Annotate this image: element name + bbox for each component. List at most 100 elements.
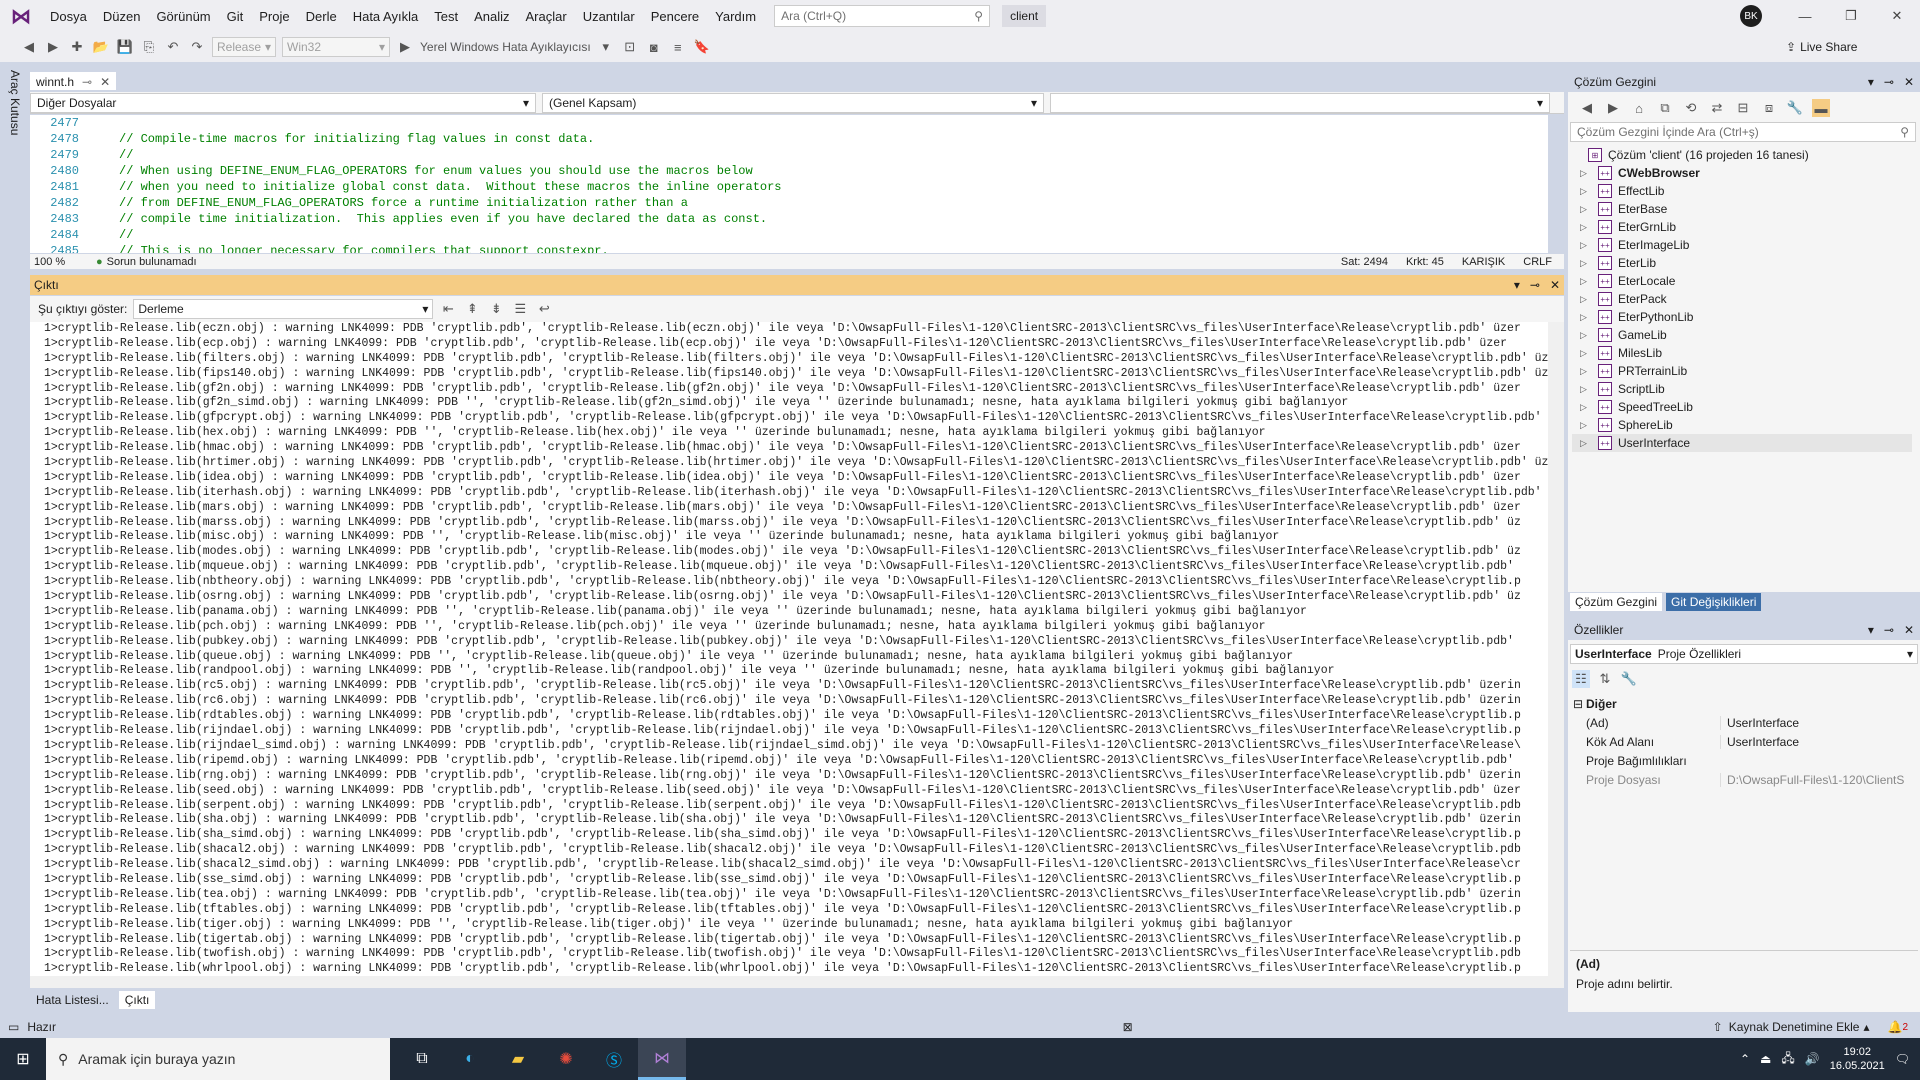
tab-git-changes[interactable]: Git Değişiklikleri [1666, 593, 1762, 611]
pin-icon[interactable]: ⊸ [82, 75, 92, 89]
expand-icon[interactable]: ▷ [1580, 258, 1592, 269]
project-item[interactable]: ▷ ++ ScriptLib [1572, 380, 1912, 398]
file-explorer-icon[interactable]: ▰ [494, 1038, 542, 1080]
expand-icon[interactable]: ▷ [1580, 312, 1592, 323]
debugger-button[interactable]: Yerel Windows Hata Ayıklayıcısı [420, 40, 591, 54]
close-icon[interactable]: ✕ [100, 75, 110, 89]
close-icon[interactable]: ✕ [1550, 278, 1560, 292]
project-item[interactable]: ▷ ++ EterGrnLib [1572, 218, 1912, 236]
game-app-icon[interactable]: ✺ [542, 1038, 590, 1080]
property-category[interactable]: ⊟ Diğer [1570, 694, 1918, 713]
expand-icon[interactable]: ▷ [1580, 384, 1592, 395]
collapse-all-icon[interactable]: ⊟ [1734, 99, 1752, 117]
menu-item[interactable]: Düzen [95, 0, 149, 32]
menu-item[interactable]: Dosya [42, 0, 95, 32]
expand-icon[interactable]: ▷ [1580, 438, 1592, 449]
expand-icon[interactable]: ▷ [1580, 330, 1592, 341]
project-item[interactable]: ▷ ++ SpeedTreeLib [1572, 398, 1912, 416]
preview-icon[interactable]: ▬ [1812, 99, 1830, 117]
minimize-button[interactable]: — [1782, 0, 1828, 32]
clock[interactable]: 19:02 16.05.2021 [1830, 1045, 1885, 1073]
taskbar-search-input[interactable]: ⚲ Aramak için buraya yazın [46, 1038, 390, 1080]
solution-search-input[interactable]: Çözüm Gezgini İçinde Ara (Ctrl+ş) ⚲ [1570, 122, 1916, 142]
properties-icon[interactable]: 🔧 [1786, 99, 1804, 117]
camera-icon[interactable]: ◙ [645, 38, 663, 56]
redo-icon[interactable]: ↷ [188, 38, 206, 56]
pin-icon[interactable]: ⊸ [1884, 75, 1894, 89]
expand-icon[interactable]: ▷ [1580, 294, 1592, 305]
live-share-button[interactable]: ⇪ Live Share [1786, 36, 1857, 58]
project-item[interactable]: ▷ ++ UserInterface [1572, 434, 1912, 452]
forward-icon[interactable]: ▶ [1604, 99, 1622, 117]
tab-output[interactable]: Çıktı [118, 991, 156, 1009]
tab-solution-explorer[interactable]: Çözüm Gezgini [1570, 593, 1663, 611]
comment-icon[interactable]: ≡ [669, 38, 687, 56]
expand-icon[interactable]: ▷ [1580, 366, 1592, 377]
project-item[interactable]: ▷ ++ EffectLib [1572, 182, 1912, 200]
expand-icon[interactable]: ▷ [1580, 168, 1592, 179]
platform-select[interactable]: Win32 ▾ [282, 37, 390, 57]
property-pages-icon[interactable]: 🔧 [1620, 670, 1638, 688]
home-icon[interactable]: ⌂ [1630, 99, 1648, 117]
chevron-down-icon[interactable]: ▾ [1868, 623, 1874, 637]
visual-studio-taskbar-icon[interactable]: ⋈ [638, 1038, 686, 1080]
expand-icon[interactable]: ▷ [1580, 402, 1592, 413]
project-item[interactable]: ▷ ++ EterBase [1572, 200, 1912, 218]
browser-icon[interactable]: ⊡ [621, 38, 639, 56]
output-horizontal-scrollbar[interactable] [30, 976, 1564, 988]
menu-item[interactable]: Proje [251, 0, 297, 32]
clear-all-icon[interactable]: ☰ [511, 300, 529, 318]
menu-item[interactable]: Analiz [466, 0, 517, 32]
bookmark-icon[interactable]: 🔖 [693, 38, 711, 56]
property-row[interactable]: (Ad) UserInterface [1570, 713, 1918, 732]
menu-item[interactable]: Araçlar [518, 0, 575, 32]
back-icon[interactable]: ◀ [20, 38, 38, 56]
switch-views-icon[interactable]: ⧉ [1656, 99, 1674, 117]
pin-icon[interactable]: ⊸ [1530, 278, 1540, 292]
menu-item[interactable]: Git [219, 0, 252, 32]
project-item[interactable]: ▷ ++ EterLib [1572, 254, 1912, 272]
properties-object-select[interactable]: UserInterface Proje Özellikleri ▾ [1570, 644, 1918, 664]
alphabetical-icon[interactable]: ⇅ [1596, 670, 1614, 688]
expand-icon[interactable]: ▷ [1580, 204, 1592, 215]
menu-item[interactable]: Uzantılar [575, 0, 643, 32]
start-debug-icon[interactable]: ▶ [396, 38, 414, 56]
member-select[interactable]: ▾ [1050, 92, 1550, 113]
avatar[interactable]: BK [1740, 5, 1762, 27]
back-icon[interactable]: ◀ [1578, 99, 1596, 117]
expand-icon[interactable]: ▷ [1580, 420, 1592, 431]
pin-icon[interactable]: ⊸ [1884, 623, 1894, 637]
task-view-icon[interactable]: ⧉ [398, 1038, 446, 1080]
solution-root[interactable]: ⊞ Çözüm 'client' (16 projeden 16 tanesi) [1572, 146, 1912, 164]
edge-icon[interactable]: ◐ [446, 1038, 494, 1080]
next-message-icon[interactable]: ⇟ [487, 300, 505, 318]
tab-error-list[interactable]: Hata Listesi... [30, 991, 115, 1009]
forward-icon[interactable]: ▶ [44, 38, 62, 56]
code-editor[interactable]: 2477 2478 // Compile-time macros for initi… [30, 115, 1548, 253]
toolbox-tab[interactable]: Araç Kutusu [6, 70, 22, 135]
save-all-icon[interactable]: ⎘ [140, 38, 158, 56]
chevron-up-icon[interactable]: ⌃ [1740, 1052, 1750, 1066]
property-row[interactable]: Proje Bağımlılıkları [1570, 751, 1918, 770]
output-vertical-scrollbar[interactable] [1548, 322, 1564, 976]
close-button[interactable]: ✕ [1874, 0, 1920, 32]
project-item[interactable]: ▷ ++ GameLib [1572, 326, 1912, 344]
project-item[interactable]: ▷ ++ SphereLib [1572, 416, 1912, 434]
expand-icon[interactable]: ▷ [1580, 222, 1592, 233]
save-icon[interactable]: 💾 [116, 38, 134, 56]
categorized-icon[interactable]: ☷ [1572, 670, 1590, 688]
project-item[interactable]: ▷ ++ EterPack [1572, 290, 1912, 308]
expand-icon[interactable]: ▷ [1580, 240, 1592, 251]
sync-icon[interactable]: ⇄ [1708, 99, 1726, 117]
scope-select[interactable]: (Genel Kapsam) ▾ [542, 92, 1044, 113]
property-row[interactable]: Kök Ad Alanı UserInterface [1570, 732, 1918, 751]
project-item[interactable]: ▷ ++ CWebBrowser [1572, 164, 1912, 182]
expand-icon[interactable]: ▷ [1580, 348, 1592, 359]
menu-item[interactable]: Hata Ayıkla [345, 0, 427, 32]
windows-start-icon[interactable]: ⊞ [0, 1038, 46, 1080]
close-icon[interactable]: ✕ [1904, 75, 1914, 89]
go-to-error-icon[interactable]: ⇤ [439, 300, 457, 318]
expand-icon[interactable]: ▷ [1580, 186, 1592, 197]
expand-icon[interactable]: ▷ [1580, 276, 1592, 287]
usb-icon[interactable]: ⏏ [1760, 1052, 1771, 1066]
